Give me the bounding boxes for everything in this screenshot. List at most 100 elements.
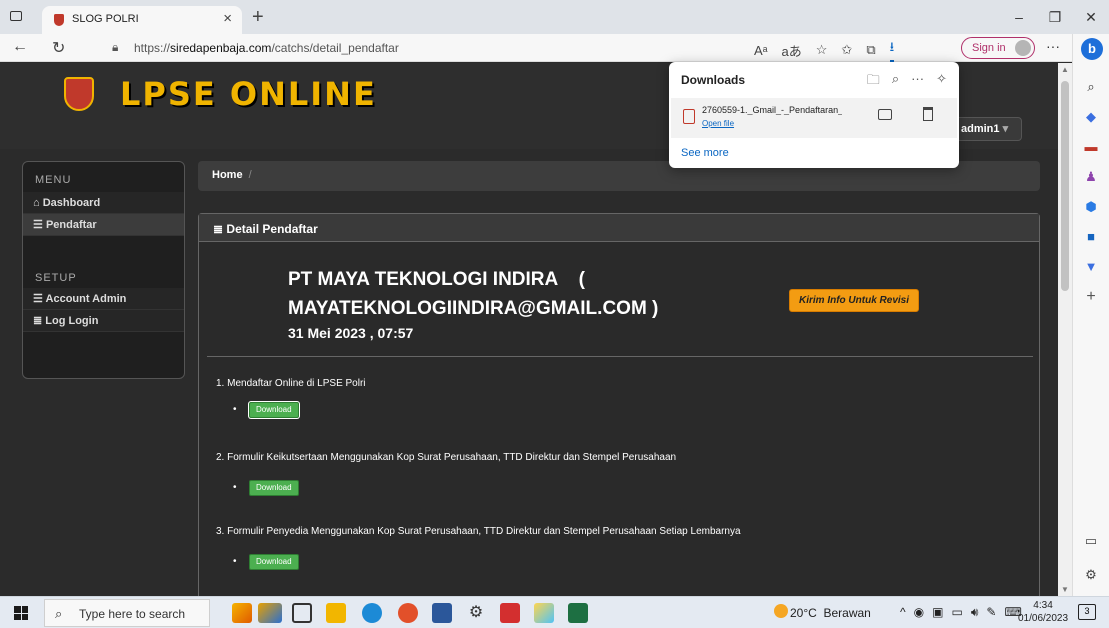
more-options-icon[interactable]: ··· xyxy=(911,71,924,93)
browser-tab-bar: SLOG POLRI × + – ❐ ✕ xyxy=(0,0,1109,34)
office-icon[interactable]: ⬢ xyxy=(1083,200,1099,214)
bing-chat-icon[interactable]: b xyxy=(1081,38,1103,60)
pen-icon[interactable]: ✎ xyxy=(986,605,996,620)
word-icon[interactable] xyxy=(432,603,452,623)
show-in-folder-icon[interactable] xyxy=(878,109,892,120)
downloads-title: Downloads xyxy=(681,73,746,87)
weather-text[interactable]: 20°C Berawan xyxy=(790,606,871,620)
network-icon[interactable]: ▭ xyxy=(951,605,962,620)
settings-icon[interactable]: ⚙ xyxy=(466,603,486,623)
news-widget-icon[interactable] xyxy=(258,603,282,623)
sidebar-item-pendaftar[interactable]: ☰ Pendaftar xyxy=(23,214,184,236)
edge-browser-icon[interactable] xyxy=(362,603,382,623)
close-window-icon[interactable]: ✕ xyxy=(1073,0,1109,34)
task-view-icon[interactable] xyxy=(292,603,312,623)
outlook-icon[interactable]: ■ xyxy=(1083,230,1099,244)
pin-icon[interactable]: ✧ xyxy=(936,71,947,93)
align-icon: ≣ xyxy=(33,315,43,327)
weather-icon[interactable] xyxy=(774,604,788,618)
clock-time: 4:34 xyxy=(1033,600,1053,611)
powerpoint-icon[interactable] xyxy=(398,603,418,623)
send-revision-info-button[interactable]: Kirim Info Untuk Revisi xyxy=(789,289,919,312)
site-favicon-icon xyxy=(54,14,64,26)
delete-icon[interactable] xyxy=(923,107,933,121)
open-folder-icon[interactable]: 🗀︎ xyxy=(867,71,880,93)
tag-icon[interactable]: ◆ xyxy=(1083,110,1099,124)
user-label: admin1 xyxy=(961,123,1000,135)
sidebar-item-dashboard[interactable]: ⌂ Dashboard xyxy=(23,192,184,214)
download-item[interactable]: 2760559-1._Gmail_-_Pendaftaran_Tahap Ope… xyxy=(671,98,957,138)
url-field[interactable]: 🔒︎ https://siredapenbaja.com/catchs/deta… xyxy=(100,37,720,59)
caret-down-icon: ▾ xyxy=(1002,123,1009,135)
download-button[interactable]: Download xyxy=(249,480,299,496)
add-icon[interactable]: + xyxy=(1083,289,1099,305)
sidebar-item-label: Dashboard xyxy=(42,197,101,209)
edge-sidebar: b ⌕ ◆ ▬ ♟ ⬢ ■ ▼ + ▭ ⚙ xyxy=(1072,34,1109,596)
clock[interactable]: 4:34 01/06/2023 xyxy=(1018,599,1068,625)
tab-close-icon[interactable]: × xyxy=(223,10,232,27)
notification-icon[interactable]: 3 xyxy=(1078,604,1096,620)
clock-date: 01/06/2023 xyxy=(1018,613,1069,624)
list-icon: ☰ xyxy=(33,219,43,231)
sidebar-layout-icon[interactable]: ▭ xyxy=(1083,534,1099,548)
tab-actions-icon[interactable] xyxy=(10,11,22,21)
lock-icon[interactable]: 🔒︎ xyxy=(112,40,118,55)
windows-start-icon[interactable] xyxy=(14,606,28,620)
acrobat-icon[interactable] xyxy=(500,603,520,623)
meet-now-icon[interactable]: ▣ xyxy=(932,605,943,620)
registration-date: 31 Mei 2023 , 07:57 xyxy=(288,325,414,341)
document-title: 3. Formulir Penyedia Menggunakan Kop Sur… xyxy=(216,526,741,537)
games-icon[interactable]: ♟ xyxy=(1083,170,1099,184)
download-button[interactable]: Download xyxy=(249,554,299,570)
search-placeholder: Type here to search xyxy=(79,607,186,621)
send-icon[interactable]: ▼ xyxy=(1083,260,1099,274)
minimize-icon[interactable]: – xyxy=(1001,0,1037,34)
downloads-toolbar: 🗀︎ ⌕ ··· ✧ xyxy=(867,71,947,93)
site-logo-text[interactable]: LPSE ONLINE xyxy=(120,75,377,113)
sidebar-item-label: Pendaftar xyxy=(45,219,97,231)
panel-header: ≣ Detail Pendaftar xyxy=(199,214,1039,242)
location-icon[interactable]: ◉ xyxy=(914,605,924,620)
excel-icon[interactable] xyxy=(568,603,588,623)
collections-icon[interactable]: ⧉ xyxy=(866,42,875,58)
taskbar-search-field[interactable]: ⌕ Type here to search xyxy=(44,599,210,627)
scroll-thumb[interactable] xyxy=(1061,81,1069,291)
paint-icon[interactable] xyxy=(534,603,554,623)
favorite-star-icon[interactable]: ☆ xyxy=(816,42,828,58)
settings-gear-icon[interactable]: ⚙ xyxy=(1083,568,1099,582)
user-menu-button[interactable]: admin1 ▾ xyxy=(952,117,1022,141)
sidebar-item-account-admin[interactable]: ☰ Account Admin xyxy=(23,288,184,310)
briefcase-icon[interactable]: ▬ xyxy=(1083,140,1099,154)
scroll-down-icon[interactable]: ▼ xyxy=(1061,585,1069,594)
read-aloud-icon[interactable]: Aᵃ xyxy=(754,43,768,58)
new-tab-icon[interactable]: + xyxy=(252,6,264,29)
breadcrumb-home[interactable]: Home xyxy=(212,169,243,181)
bullet: • xyxy=(233,482,237,493)
hands-app-icon[interactable] xyxy=(232,603,252,623)
favorites-icon[interactable]: ✩ xyxy=(841,42,852,58)
open-file-link[interactable]: Open file xyxy=(702,119,734,128)
search-icon[interactable]: ⌕ xyxy=(1083,80,1099,94)
see-more-link[interactable]: See more xyxy=(681,147,729,159)
translate-icon[interactable]: aあ xyxy=(782,41,802,60)
more-options-icon[interactable]: ··· xyxy=(1046,38,1060,54)
url-text: https://siredapenbaja.com/catchs/detail_… xyxy=(134,41,399,55)
file-explorer-icon[interactable] xyxy=(326,603,346,623)
system-tray: ^ ◉ ▣ ▭ 🔊︎ ✎ ⌨ xyxy=(900,605,1022,620)
back-icon[interactable]: ← xyxy=(12,38,28,56)
window-controls: – ❐ ✕ xyxy=(1001,0,1109,34)
download-button[interactable]: Download xyxy=(249,402,299,418)
refresh-icon[interactable]: ↻ xyxy=(52,38,65,58)
volume-icon[interactable]: 🔊︎ xyxy=(971,605,979,620)
sign-in-button[interactable]: Sign in xyxy=(961,37,1035,59)
chevron-up-icon[interactable]: ^ xyxy=(900,605,906,620)
align-icon: ≣ xyxy=(213,222,224,236)
restore-icon[interactable]: ❐ xyxy=(1037,0,1073,34)
sidebar-item-label: Account Admin xyxy=(45,293,127,305)
search-icon[interactable]: ⌕ xyxy=(892,71,899,93)
page-scrollbar[interactable]: ▲ ▼ xyxy=(1058,63,1072,596)
browser-tab[interactable]: SLOG POLRI × xyxy=(42,6,242,34)
sidebar-item-log-login[interactable]: ≣ Log Login xyxy=(23,310,184,332)
scroll-up-icon[interactable]: ▲ xyxy=(1061,65,1069,74)
download-icon[interactable]: ⭳ xyxy=(889,38,895,62)
